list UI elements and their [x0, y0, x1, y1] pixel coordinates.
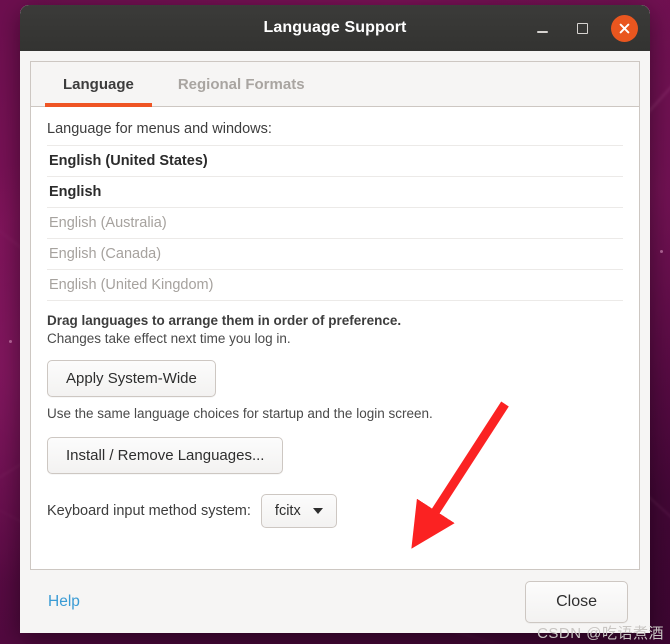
language-list-label: Language for menus and windows:: [47, 121, 272, 137]
tab-language[interactable]: Language: [41, 62, 156, 107]
language-name: English: [49, 184, 102, 200]
maximize-button[interactable]: [571, 17, 593, 39]
language-tab-panel: Language for menus and windows: English …: [31, 107, 639, 569]
apply-system-wide-row: Apply System-Wide: [47, 360, 623, 397]
apply-system-wide-description: Use the same language choices for startu…: [47, 406, 433, 421]
install-remove-languages-button[interactable]: Install / Remove Languages...: [47, 437, 284, 474]
tab-regional-formats[interactable]: Regional Formats: [156, 62, 327, 106]
help-link[interactable]: Help: [48, 593, 80, 611]
wallpaper-dot: [660, 250, 663, 253]
keyboard-input-method-value: fcitx: [274, 503, 301, 519]
language-name: English (United States): [49, 153, 208, 169]
window-controls: [531, 14, 638, 42]
tab-bar: Language Regional Formats: [31, 62, 639, 107]
language-list[interactable]: English (United States) English English …: [47, 145, 623, 301]
keyboard-input-method-label: Keyboard input method system:: [47, 503, 251, 519]
window-close-button[interactable]: [611, 14, 638, 42]
close-icon: [619, 23, 630, 33]
tab-regional-formats-label: Regional Formats: [177, 75, 305, 93]
language-list-item[interactable]: English: [47, 177, 623, 208]
keyboard-input-method-select[interactable]: fcitx: [260, 494, 337, 528]
apply-system-wide-button[interactable]: Apply System-Wide: [47, 360, 216, 397]
language-list-item[interactable]: English (Australia): [47, 208, 623, 239]
minimize-icon: [536, 30, 548, 33]
wallpaper-dot: [9, 340, 12, 343]
close-button[interactable]: Close: [525, 580, 628, 623]
language-name: English (Australia): [49, 215, 167, 231]
maximize-icon: [576, 22, 588, 34]
language-support-window: Language Support Language Regional Forma…: [20, 5, 650, 633]
minimize-button[interactable]: [531, 17, 553, 39]
settings-notebook: Language Regional Formats Language for m…: [30, 61, 640, 570]
drag-languages-hint: Drag languages to arrange them in order …: [47, 313, 402, 328]
changes-effect-hint: Changes take effect next time you log in…: [47, 331, 291, 346]
language-name: English (Canada): [49, 246, 162, 262]
window-titlebar: Language Support: [20, 5, 650, 51]
language-list-item[interactable]: English (Canada): [47, 239, 623, 270]
language-name: English (United Kingdom): [49, 277, 214, 293]
language-list-item[interactable]: English (United Kingdom): [47, 270, 623, 301]
tab-language-label: Language: [63, 75, 134, 93]
window-body: Language Regional Formats Language for m…: [20, 51, 650, 633]
keyboard-input-method-row: Keyboard input method system: fcitx: [47, 494, 623, 528]
language-list-item[interactable]: English (United States): [47, 146, 623, 177]
install-remove-row: Install / Remove Languages...: [47, 437, 623, 474]
watermark-text: CSDN @吃语煮酒: [537, 625, 664, 642]
chevron-down-icon: [312, 508, 323, 514]
